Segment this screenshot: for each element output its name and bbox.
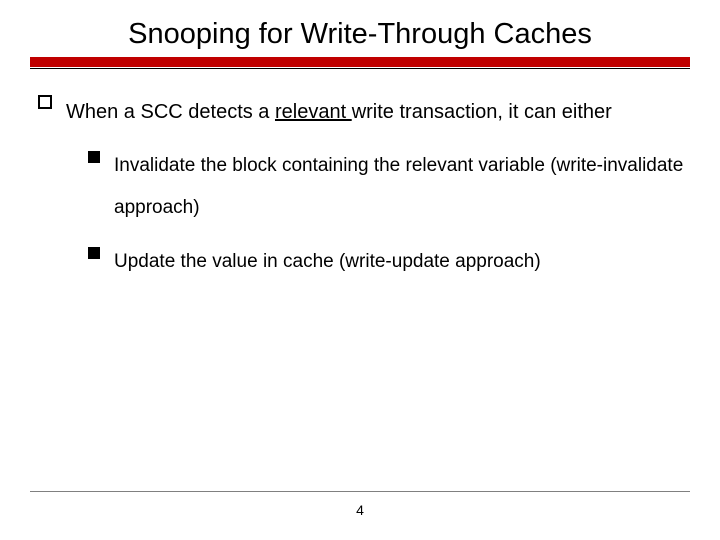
title-thin-line <box>30 68 690 69</box>
open-square-icon <box>38 95 52 109</box>
page-number: 4 <box>0 502 720 518</box>
main-text-suffix: write transaction, it can either <box>352 101 612 123</box>
main-bullet-row: When a SCC detects a relevant write tran… <box>38 91 690 133</box>
sub-bullet-text-1: Invalidate the block containing the rele… <box>114 145 690 229</box>
main-bullet-text: When a SCC detects a relevant write tran… <box>66 91 612 133</box>
slide-title: Snooping for Write-Through Caches <box>30 18 690 51</box>
slide-container: Snooping for Write-Through Caches When a… <box>0 0 720 540</box>
main-text-prefix: When a SCC detects a <box>66 101 275 123</box>
sub-bullet-row-2: Update the value in cache (write-update … <box>88 241 690 283</box>
title-red-bar <box>30 57 690 67</box>
sub-bullet-text-2: Update the value in cache (write-update … <box>114 241 541 283</box>
sub-bullet-row-1: Invalidate the block containing the rele… <box>88 145 690 229</box>
filled-square-icon <box>88 151 100 163</box>
main-text-underlined: relevant <box>275 101 352 123</box>
footer-divider <box>30 491 690 492</box>
filled-square-icon <box>88 247 100 259</box>
